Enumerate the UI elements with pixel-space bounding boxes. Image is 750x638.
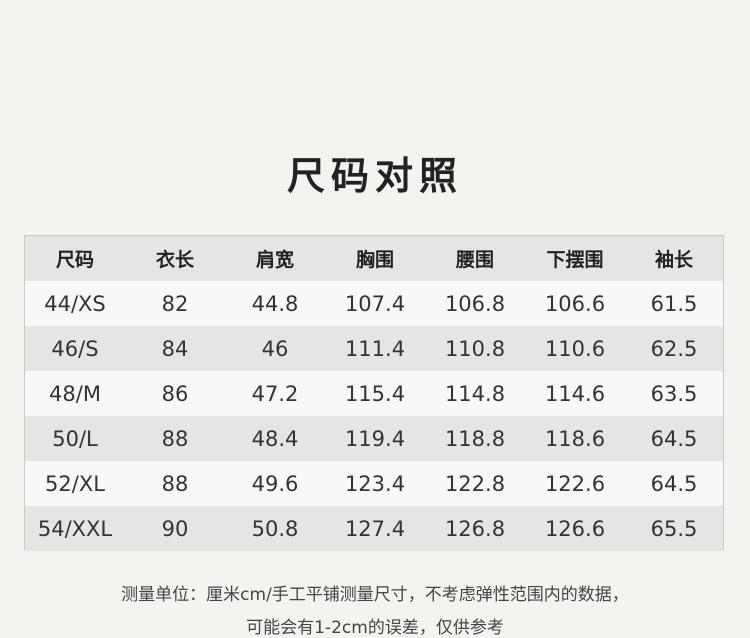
header-chest: 胸围 xyxy=(355,249,394,271)
cell-length: 88 xyxy=(161,426,189,451)
cell-shoulder: 49.6 xyxy=(251,471,299,496)
cell-waist: 126.8 xyxy=(444,516,506,541)
cell-waist: 118.8 xyxy=(444,426,506,451)
table-row: 50/L 88 48.4 119.4 118.8 118.6 64.5 xyxy=(25,416,723,461)
cell-shoulder: 47.2 xyxy=(251,381,299,406)
measurement-note-line-2: 可能会有1-2cm的误差，仅供参考 xyxy=(246,618,504,638)
cell-waist: 106.8 xyxy=(444,291,506,316)
cell-size: 48/M xyxy=(49,381,101,406)
cell-shoulder: 46 xyxy=(261,336,289,361)
cell-sleeve: 64.5 xyxy=(650,426,698,451)
cell-hem: 126.6 xyxy=(544,516,606,541)
header-waist: 腰围 xyxy=(455,249,494,271)
cell-hem: 110.6 xyxy=(544,336,606,361)
cell-size: 54/XXL xyxy=(37,516,113,541)
cell-length: 86 xyxy=(161,381,189,406)
page-title: 尺码对照 xyxy=(286,154,463,198)
table-header-row: 尺码 衣长 肩宽 胸围 腰围 下摆围 袖长 xyxy=(25,236,723,281)
header-hem: 下摆围 xyxy=(546,249,604,271)
cell-waist: 114.8 xyxy=(444,381,506,406)
table-row: 44/XS 82 44.8 107.4 106.8 106.6 61.5 xyxy=(25,281,723,326)
cell-length: 82 xyxy=(161,291,189,316)
cell-hem: 122.6 xyxy=(544,471,606,496)
table-row: 48/M 86 47.2 115.4 114.8 114.6 63.5 xyxy=(25,371,723,416)
cell-chest: 127.4 xyxy=(344,516,406,541)
cell-chest: 115.4 xyxy=(344,381,406,406)
cell-hem: 118.6 xyxy=(544,426,606,451)
table-row: 46/S 84 46 111.4 110.8 110.6 62.5 xyxy=(25,326,723,371)
cell-size: 44/XS xyxy=(44,291,106,316)
cell-sleeve: 64.5 xyxy=(650,471,698,496)
header-sleeve: 袖长 xyxy=(654,249,693,271)
cell-shoulder: 48.4 xyxy=(251,426,299,451)
table-row: 52/XL 88 49.6 123.4 122.8 122.6 64.5 xyxy=(25,461,723,506)
size-chart-table: 尺码 衣长 肩宽 胸围 腰围 下摆围 袖长 44/XS 82 44.8 107.… xyxy=(24,235,724,551)
cell-hem: 106.6 xyxy=(544,291,606,316)
cell-length: 88 xyxy=(161,471,189,496)
cell-chest: 107.4 xyxy=(344,291,406,316)
header-shoulder: 肩宽 xyxy=(255,249,294,271)
cell-length: 84 xyxy=(161,336,189,361)
header-size: 尺码 xyxy=(55,249,94,271)
cell-shoulder: 50.8 xyxy=(251,516,299,541)
cell-size: 52/XL xyxy=(45,471,105,496)
cell-sleeve: 61.5 xyxy=(650,291,698,316)
cell-chest: 123.4 xyxy=(344,471,406,496)
cell-size: 46/S xyxy=(51,336,99,361)
cell-length: 90 xyxy=(161,516,189,541)
table-row: 54/XXL 90 50.8 127.4 126.8 126.6 65.5 xyxy=(25,506,723,551)
cell-waist: 122.8 xyxy=(444,471,506,496)
cell-shoulder: 44.8 xyxy=(251,291,299,316)
cell-sleeve: 65.5 xyxy=(650,516,698,541)
cell-size: 50/L xyxy=(52,426,98,451)
header-length: 衣长 xyxy=(155,249,194,271)
cell-chest: 119.4 xyxy=(344,426,406,451)
cell-sleeve: 62.5 xyxy=(650,336,698,361)
cell-waist: 110.8 xyxy=(444,336,506,361)
cell-sleeve: 63.5 xyxy=(650,381,698,406)
cell-chest: 111.4 xyxy=(344,336,406,361)
measurement-note-line-1: 测量单位：厘米cm/手工平铺测量尺寸，不考虑弹性范围内的数据， xyxy=(121,585,629,605)
cell-hem: 114.6 xyxy=(544,381,606,406)
